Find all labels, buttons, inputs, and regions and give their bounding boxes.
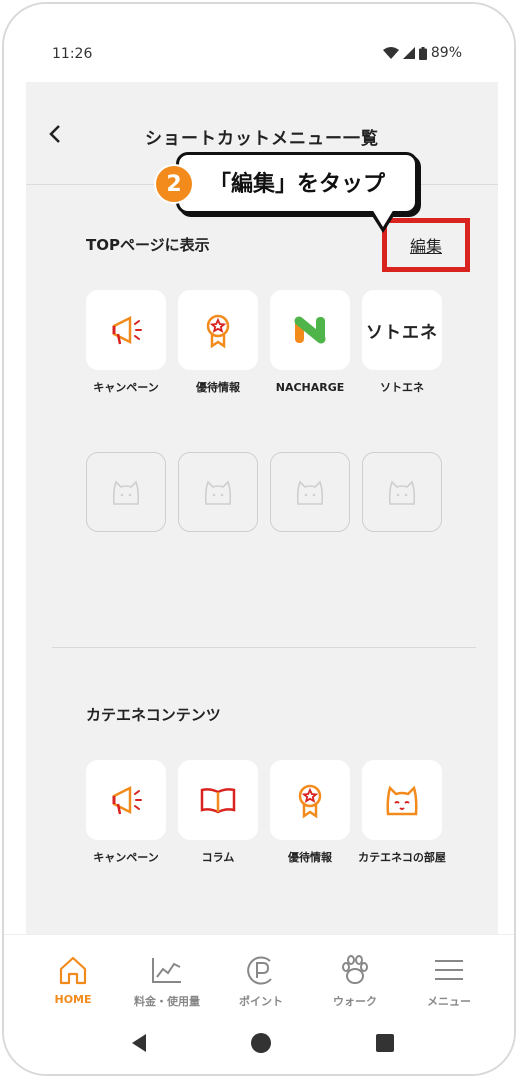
empty-slot[interactable]	[362, 452, 442, 532]
tab-usage[interactable]: 料金・使用量	[120, 935, 214, 1021]
empty-slot[interactable]	[178, 452, 258, 532]
top-section-title: TOPページに表示	[86, 236, 210, 254]
shortcut-tile-benefits[interactable]	[178, 290, 258, 370]
content-section-title: カテエネコンテンツ	[86, 706, 221, 724]
cat-placeholder-icon	[296, 480, 324, 505]
cat-placeholder-icon	[112, 480, 140, 505]
recents-nav-icon[interactable]	[374, 1032, 396, 1054]
paw-icon	[342, 955, 368, 984]
tile-label: 優待情報	[288, 851, 332, 864]
medal-icon	[298, 784, 322, 819]
tile-label: NACHARGE	[275, 381, 345, 394]
menu-icon	[435, 960, 463, 980]
cat-face-icon	[386, 785, 418, 816]
status-bar: 11:26 89%	[4, 4, 514, 82]
sotoene-logo: ソトエネ	[366, 322, 438, 343]
home-nav-icon[interactable]	[250, 1032, 272, 1054]
megaphone-icon	[112, 315, 142, 345]
tile-label: コラム	[201, 851, 235, 864]
status-icons: 89%	[382, 45, 462, 61]
megaphone-icon	[112, 785, 142, 815]
shortcut-tile-campaign[interactable]	[86, 290, 166, 370]
content-tile-benefits[interactable]	[270, 760, 350, 840]
callout-tail-inner	[372, 209, 394, 227]
point-icon	[247, 956, 272, 985]
empty-slot[interactable]	[270, 452, 350, 532]
shortcut-tile-sotoene[interactable]: ソトエネ	[362, 290, 442, 370]
page-title: ショートカットメニュー一覧	[145, 129, 379, 149]
tile-label: ソトエネ	[380, 381, 424, 394]
tab-home[interactable]: HOME	[26, 935, 120, 1021]
home-icon	[59, 956, 87, 985]
tab-label: メニュー	[427, 995, 471, 1008]
battery-icon	[418, 46, 427, 60]
tab-label: ウォーク	[333, 995, 377, 1008]
tab-label: HOME	[54, 993, 92, 1006]
phone-frame: 11:26 89% ショートカットメニュー一覧 TOPページに表示 編集 ソトエ…	[2, 2, 516, 1076]
content-tile-campaign[interactable]	[86, 760, 166, 840]
bottom-tabbar: HOME 料金・使用量 ポイント ウォーク メニュー	[4, 934, 514, 1021]
cat-placeholder-icon	[204, 480, 232, 505]
empty-slot[interactable]	[86, 452, 166, 532]
wifi-icon	[382, 47, 399, 59]
step-badge: 2	[154, 164, 194, 204]
tile-label: キャンペーン	[93, 851, 159, 864]
tile-label: キャンペーン	[93, 381, 159, 394]
status-time: 11:26	[52, 46, 93, 62]
content-tile-column[interactable]	[178, 760, 258, 840]
tab-point[interactable]: ポイント	[214, 935, 308, 1021]
book-icon	[200, 788, 236, 814]
tab-label: 料金・使用量	[134, 995, 200, 1008]
content-tile-cat-room[interactable]	[362, 760, 442, 840]
section-divider	[52, 647, 476, 648]
chart-icon	[152, 958, 181, 983]
callout-text: 「編集」をタップ	[209, 172, 386, 197]
tab-label: ポイント	[239, 995, 283, 1008]
signal-icon	[402, 47, 415, 59]
cat-placeholder-icon	[388, 480, 416, 505]
medal-icon	[206, 314, 230, 349]
edit-link[interactable]: 編集	[410, 233, 442, 257]
shortcut-tile-nacharge[interactable]	[270, 290, 350, 370]
tile-label: カテエネコの部屋	[358, 851, 446, 864]
system-navbar	[4, 1020, 514, 1074]
tab-walk[interactable]: ウォーク	[308, 935, 402, 1021]
tab-menu[interactable]: メニュー	[402, 935, 496, 1021]
battery-percent: 89%	[430, 45, 462, 61]
back-nav-icon[interactable]	[128, 1032, 150, 1054]
tile-label: 優待情報	[196, 381, 240, 394]
instruction-callout: 「編集」をタップ	[176, 152, 418, 233]
nacharge-logo-icon	[294, 316, 326, 344]
